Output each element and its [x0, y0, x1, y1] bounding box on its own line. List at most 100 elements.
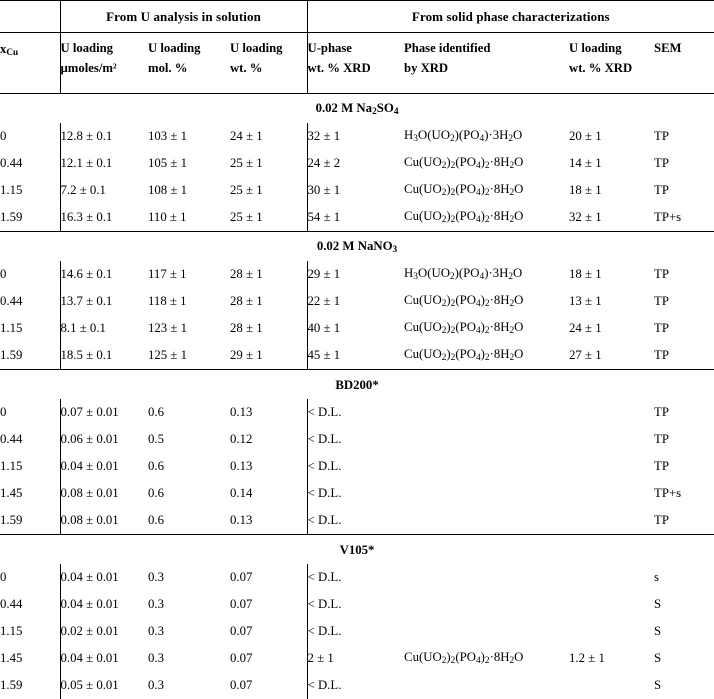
cell-xcu: 1.45 [0, 651, 23, 665]
cell-phase-identified: Cu(UO2)2(PO4)2·8H2O [404, 650, 524, 667]
header-group-empty [0, 0, 60, 33]
cell-u-phase-xrd: < D.L. [306, 507, 405, 535]
cell-u-loading-wt-xrd [569, 591, 654, 618]
cell-u-loading-umol: 0.04 ± 0.01 [59, 564, 148, 591]
cell-u-loading-mol: 0.6 [148, 486, 164, 500]
table-row[interactable]: 1.45 0.08 ± 0.01 0.6 0.14 < D.L. TP+s [0, 480, 714, 507]
cell-xcu: 0 [0, 129, 7, 143]
cell-u-loading-wt: 0.07 [230, 678, 253, 692]
cell-xcu: 1.15 [0, 624, 23, 638]
cell-sem: S [654, 651, 662, 665]
cell-u-loading-umol: 0.02 ± 0.01 [59, 618, 148, 645]
cell-u-loading-wt-xrd [569, 507, 654, 535]
cell-u-phase-xrd: 40 ± 1 [306, 315, 405, 342]
table-row[interactable]: 1.15 0.04 ± 0.01 0.6 0.13 < D.L. TP [0, 453, 714, 480]
section-banner-1: 0.02 M NaNO3 [0, 231, 714, 261]
cell-u-loading-umol: 16.3 ± 0.1 [59, 204, 148, 232]
cell-u-loading-umol: 7.2 ± 0.1 [59, 177, 148, 204]
cell-u-phase-xrd: 45 ± 1 [306, 342, 405, 370]
cell-u-loading-wt: 0.13 [230, 513, 253, 527]
table-row[interactable]: 1.59 16.3 ± 0.1 110 ± 1 25 ± 1 54 ± 1 Cu(UO2)… [0, 204, 714, 232]
cell-u-loading-wt: 29 ± 1 [230, 348, 263, 362]
header-group-solution-label: From U analysis in solution [106, 8, 261, 24]
header-col-1-line2: mol. % [148, 60, 188, 75]
cell-phase-identified [404, 591, 569, 618]
table-row[interactable]: 0.44 13.7 ± 0.1 118 ± 1 28 ± 1 22 ± 1 Cu(UO2)… [0, 288, 714, 315]
cell-xcu: 1.15 [0, 459, 23, 473]
cell-phase-identified [404, 618, 569, 645]
header-group-row: From U analysis in solution From solid ph… [0, 0, 714, 33]
table-row[interactable]: 1.45 0.04 ± 0.01 0.3 0.07 2 ± 1 Cu(UO2)2(PO4)… [0, 645, 714, 672]
cell-xcu: 1.45 [0, 486, 23, 500]
table-row[interactable]: 0 14.6 ± 0.1 117 ± 1 28 ± 1 29 ± 1 H3O(UO2)(P… [0, 261, 714, 288]
header-col-4: Phase identified by XRD [404, 32, 570, 94]
table-row[interactable]: 1.59 18.5 ± 0.1 125 ± 1 29 ± 1 45 ± 1 Cu(UO2)… [0, 342, 714, 370]
cell-u-phase-xrd: < D.L. [306, 591, 405, 618]
cell-u-loading-wt: 24 ± 1 [230, 129, 263, 143]
section-banner-3: V105* [0, 534, 714, 564]
table-row[interactable]: 1.15 0.02 ± 0.01 0.3 0.07 < D.L. S [0, 618, 714, 645]
cell-u-loading-umol: 0.08 ± 0.01 [59, 507, 148, 535]
cell-u-loading-wt: 0.07 [230, 597, 253, 611]
cell-sem: TP [654, 513, 669, 527]
header-col-2: U loading wt. % [230, 32, 308, 94]
cell-phase-identified [404, 507, 569, 535]
cell-u-phase-xrd: < D.L. [306, 426, 405, 453]
cell-u-loading-wt: 28 ± 1 [230, 267, 263, 281]
cell-sem: TP [654, 459, 669, 473]
cell-u-loading-umol: 0.06 ± 0.01 [59, 426, 148, 453]
cell-phase-identified [404, 480, 569, 507]
cell-u-loading-mol: 123 ± 1 [148, 321, 188, 335]
cell-u-loading-wt-xrd: 13 ± 1 [569, 294, 602, 308]
table-row[interactable]: 1.59 0.08 ± 0.01 0.6 0.13 < D.L. TP [0, 507, 714, 535]
cell-u-loading-wt: 25 ± 1 [230, 210, 263, 224]
cell-u-phase-xrd: < D.L. [306, 672, 405, 699]
header-col-5-line1: U loading [569, 41, 622, 55]
table-row[interactable]: 1.15 8.1 ± 0.1 123 ± 1 28 ± 1 40 ± 1 Cu(UO2)2… [0, 315, 714, 342]
cell-sem: TP+s [654, 210, 682, 224]
header-col-4-line2: by XRD [404, 60, 449, 75]
cell-u-loading-wt-xrd: 32 ± 1 [569, 210, 602, 224]
cell-u-phase-xrd: < D.L. [306, 453, 405, 480]
cell-sem: TP [654, 183, 669, 197]
cell-u-loading-mol: 125 ± 1 [148, 348, 188, 362]
header-col-1: U loading mol. % [148, 32, 230, 94]
section-banner-2: BD200* [0, 369, 714, 399]
cell-u-loading-umol: 0.07 ± 0.01 [59, 399, 148, 426]
header-col-6-line1: SEM [654, 41, 682, 55]
cell-phase-identified [404, 564, 569, 591]
table-row[interactable]: 0 0.07 ± 0.01 0.6 0.13 < D.L. TP [0, 399, 714, 426]
header-col-2-line2: wt. % [230, 60, 263, 75]
cell-u-loading-wt: 28 ± 1 [230, 294, 263, 308]
table-row[interactable]: 0.44 12.1 ± 0.1 105 ± 1 25 ± 1 24 ± 2 Cu(UO2)… [0, 150, 714, 177]
cell-u-loading-wt: 0.12 [230, 432, 253, 446]
table-row[interactable]: 0.44 0.04 ± 0.01 0.3 0.07 < D.L. S [0, 591, 714, 618]
table-row[interactable]: 0 0.04 ± 0.01 0.3 0.07 < D.L. s [0, 564, 714, 591]
section-banner-row-2: BD200* [0, 369, 714, 399]
cell-xcu: 1.59 [0, 210, 23, 224]
cell-u-loading-mol: 105 ± 1 [148, 156, 188, 170]
table-row[interactable]: 0.44 0.06 ± 0.01 0.5 0.12 < D.L. TP [0, 426, 714, 453]
cell-sem: TP [654, 432, 669, 446]
table-row[interactable]: 0 12.8 ± 0.1 103 ± 1 24 ± 1 32 ± 1 H3O(UO2)(P… [0, 123, 714, 150]
cell-u-loading-wt-xrd [569, 618, 654, 645]
header-col-xcu-label: xCu [0, 42, 19, 59]
cell-phase-identified: Cu(UO2)2(PO4)2·8H2O [404, 155, 524, 172]
cell-u-phase-xrd: < D.L. [306, 564, 405, 591]
cell-xcu: 1.59 [0, 678, 23, 692]
section-title-2: BD200* [335, 378, 379, 392]
cell-xcu: 1.15 [0, 321, 23, 335]
cell-xcu: 1.59 [0, 348, 23, 362]
cell-u-loading-wt: 0.07 [230, 651, 253, 665]
cell-xcu: 0 [0, 570, 7, 584]
cell-u-loading-wt-xrd: 24 ± 1 [569, 321, 602, 335]
cell-u-loading-umol: 14.6 ± 0.1 [59, 261, 148, 288]
cell-u-loading-umol: 0.04 ± 0.01 [59, 591, 148, 618]
table-row[interactable]: 1.59 0.05 ± 0.01 0.3 0.07 < D.L. S [0, 672, 714, 699]
cell-phase-identified: Cu(UO2)2(PO4)2·8H2O [404, 209, 524, 226]
cell-u-loading-wt-xrd: 18 ± 1 [569, 267, 602, 281]
cell-phase-identified: Cu(UO2)2(PO4)2·8H2O [404, 182, 524, 199]
table-row[interactable]: 1.15 7.2 ± 0.1 108 ± 1 25 ± 1 30 ± 1 Cu(UO2)2… [0, 177, 714, 204]
header-col-6: SEM [654, 32, 714, 94]
section-banner-row-0: 0.02 M Na2SO4 [0, 93, 714, 123]
